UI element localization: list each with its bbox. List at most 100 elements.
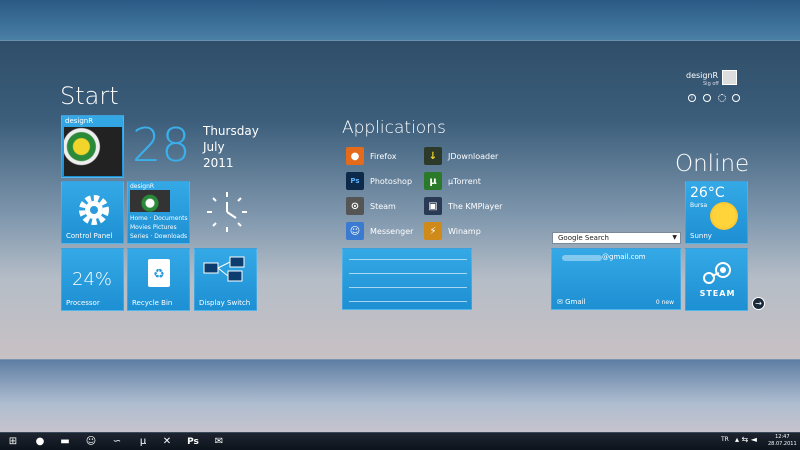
weather-city: Bursa <box>690 202 708 209</box>
jdownloader-icon: ↓ <box>424 147 442 165</box>
date-year: 2011 <box>203 156 234 170</box>
top-band <box>0 0 800 40</box>
gmail-count: 0 new <box>655 299 674 306</box>
photoshop-taskbar-icon[interactable]: Ps <box>186 435 200 449</box>
gmail-label: Gmail <box>565 298 586 306</box>
app-label: Steam <box>370 201 396 211</box>
clock-date: 28.07.2011 <box>768 441 797 447</box>
lib-pictures[interactable]: Pictures <box>153 224 177 231</box>
sun-icon <box>710 202 738 230</box>
google-search-input[interactable]: Google Search ▼ <box>552 232 681 244</box>
lib-home[interactable]: Home <box>130 215 148 222</box>
display-switch-tile[interactable]: Display Switch <box>194 248 257 311</box>
control-panel-label: Control Panel <box>66 232 113 240</box>
utorrent-taskbar-icon[interactable]: µ <box>136 435 150 449</box>
steam-icon: ⊙ <box>346 197 364 215</box>
gear-icon <box>79 195 109 225</box>
x-icon[interactable]: ✕ <box>160 435 174 449</box>
control-panel-tile[interactable]: Control Panel <box>61 181 124 244</box>
app-kmplayer[interactable]: ▣ The KMPlayer <box>424 197 502 215</box>
display-switch-label: Display Switch <box>199 299 251 307</box>
gmail-address: @gmail.com <box>602 253 646 261</box>
weather-tile[interactable]: 26°C Bursa Sunny <box>685 181 748 244</box>
chevron-down-icon[interactable]: ▼ <box>672 233 677 243</box>
utorrent-icon: µ <box>424 172 442 190</box>
gmail-user-blurred <box>562 255 602 261</box>
next-arrow-icon[interactable]: → <box>752 297 765 310</box>
google-search-label: Google Search <box>558 234 609 242</box>
weather-condition: Sunny <box>690 232 712 240</box>
list-line <box>349 259 467 260</box>
libraries-title: designR <box>130 183 155 190</box>
language-indicator[interactable]: TR <box>721 436 729 443</box>
power-icon[interactable] <box>732 94 740 102</box>
app-list-widget[interactable] <box>342 248 472 310</box>
recycle-bin-tile[interactable]: ♻ Recycle Bin <box>127 248 190 311</box>
date-day: 28 <box>132 118 191 172</box>
steam-taskbar-icon[interactable]: ∽ <box>110 435 124 449</box>
lib-series[interactable]: Series <box>130 233 148 240</box>
lock-icon[interactable] <box>703 94 711 102</box>
steam-label: STEAM <box>699 289 736 298</box>
info-icon[interactable]: i <box>688 94 696 102</box>
app-label: Messenger <box>370 226 414 236</box>
gmail-label-row: ✉ Gmail <box>557 298 586 306</box>
app-messenger[interactable]: ☺ Messenger <box>346 222 413 240</box>
start-windows-icon[interactable]: ⊞ <box>6 435 20 449</box>
messenger-icon: ☺ <box>346 222 364 240</box>
date-weekday: Thursday <box>203 124 259 138</box>
folder-icon[interactable]: ▬ <box>58 435 72 449</box>
taskbar: ⊞ ● ▬ ☺ ∽ µ ✕ Ps ✉ TR ▴ ⇆ ◄ 12:47 28.07.… <box>0 432 800 450</box>
lib-movies[interactable]: Movies <box>130 224 151 231</box>
gmail-tile[interactable]: @gmail.com ✉ Gmail 0 new <box>551 248 681 310</box>
processor-label: Processor <box>66 299 100 307</box>
clock-time: 12:47 <box>775 434 790 440</box>
app-label: Firefox <box>370 151 397 161</box>
bottom-band <box>0 360 800 432</box>
profile-name: designR <box>686 71 719 80</box>
date-month: July <box>203 140 225 154</box>
app-label: Winamp <box>448 226 481 236</box>
start-heading: Start <box>60 82 119 110</box>
app-jdownloader[interactable]: ↓ JDownloader <box>424 147 498 165</box>
list-line <box>349 287 467 288</box>
steam-tile[interactable]: STEAM <box>685 248 748 311</box>
signout-link[interactable]: Sig off <box>703 81 719 87</box>
mail-taskbar-icon[interactable]: ✉ <box>212 435 226 449</box>
app-label: JDownloader <box>448 151 499 161</box>
app-steam[interactable]: ⊙ Steam <box>346 197 396 215</box>
lib-downloads[interactable]: Downloads <box>154 233 187 240</box>
recycle-bin-icon: ♻ <box>148 259 170 287</box>
photoshop-icon: Ps <box>346 172 364 190</box>
list-line <box>349 273 467 274</box>
app-label: The KMPlayer <box>448 201 503 211</box>
contacts-icon[interactable]: ☺ <box>84 435 98 449</box>
libraries-tile[interactable]: designR Home · Documents Movies Pictures… <box>127 181 190 244</box>
app-label: Photoshop <box>370 176 413 186</box>
firefox-icon: ● <box>346 147 364 165</box>
app-utorrent[interactable]: µ µTorrent <box>424 172 481 190</box>
tray-icons[interactable]: ▴ ⇆ ◄ <box>735 435 757 444</box>
avatar[interactable] <box>722 70 737 85</box>
system-clock[interactable]: 12:47 28.07.2011 <box>768 434 797 448</box>
settings-icon[interactable] <box>718 94 726 102</box>
app-firefox[interactable]: ● Firefox <box>346 147 396 165</box>
user-photo <box>64 127 122 176</box>
weather-temp: 26°C <box>690 185 725 201</box>
lib-documents[interactable]: Documents <box>153 215 187 222</box>
app-label: µTorrent <box>448 176 481 186</box>
mail-icon: ✉ <box>557 298 563 306</box>
steam-logo-icon <box>703 262 731 284</box>
clock-icon <box>207 192 247 232</box>
libraries-links: Home · Documents Movies Pictures Series … <box>130 215 188 240</box>
processor-tile[interactable]: 24% Processor <box>61 248 124 311</box>
kmplayer-icon: ▣ <box>424 197 442 215</box>
applications-heading: Applications <box>342 118 446 138</box>
app-photoshop[interactable]: Ps Photoshop <box>346 172 412 190</box>
user-tile-label: designR <box>65 117 94 125</box>
user-tile[interactable]: designR <box>61 115 124 178</box>
processor-value: 24% <box>72 269 113 290</box>
online-heading: Online <box>675 151 750 177</box>
firefox-taskbar-icon[interactable]: ● <box>33 435 47 449</box>
app-winamp[interactable]: ⚡ Winamp <box>424 222 481 240</box>
